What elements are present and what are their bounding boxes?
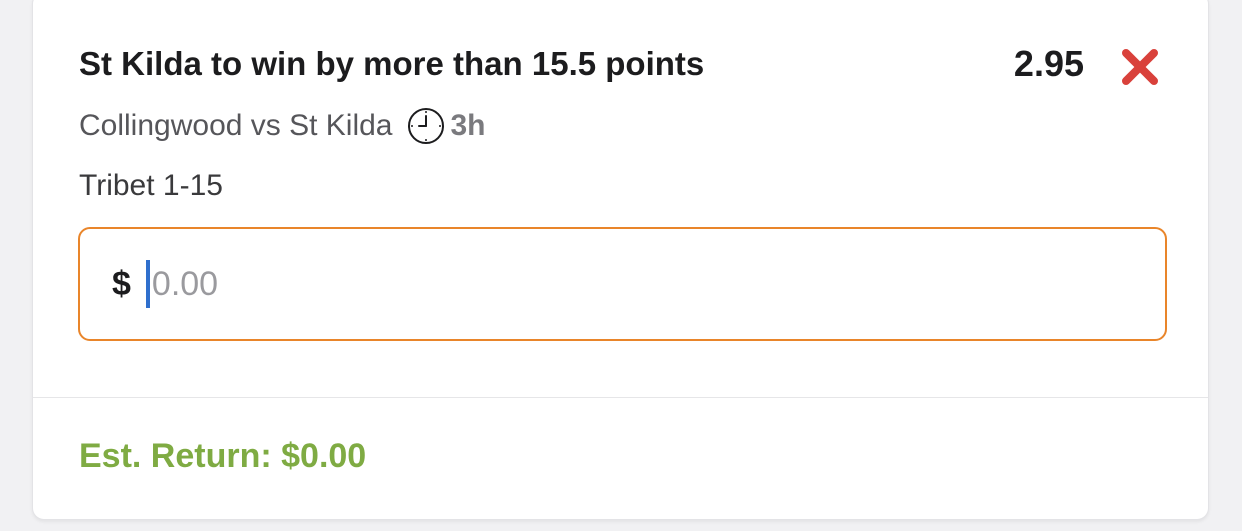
- estimated-return: Est. Return: $0.00: [79, 437, 367, 475]
- bet-selection-title: St Kilda to win by more than 15.5 points: [79, 45, 705, 82]
- match-info: Collingwood vs St Kilda 3h: [79, 107, 486, 145]
- stake-input[interactable]: [151, 264, 552, 304]
- market-name: Tribet 1-15: [79, 169, 223, 202]
- text-caret: [145, 260, 150, 308]
- clock-icon: [407, 107, 445, 145]
- match-name: Collingwood vs St Kilda: [79, 109, 393, 142]
- divider: [33, 397, 1208, 398]
- time-to-start: 3h: [450, 109, 486, 142]
- currency-symbol: $: [112, 264, 131, 303]
- close-x-icon: [1122, 49, 1158, 85]
- bet-odds: 2.95: [1013, 43, 1084, 84]
- remove-bet-button[interactable]: [1120, 47, 1160, 87]
- stake-input-field[interactable]: $: [78, 227, 1167, 341]
- bet-slip-card: St Kilda to win by more than 15.5 points…: [32, 0, 1209, 520]
